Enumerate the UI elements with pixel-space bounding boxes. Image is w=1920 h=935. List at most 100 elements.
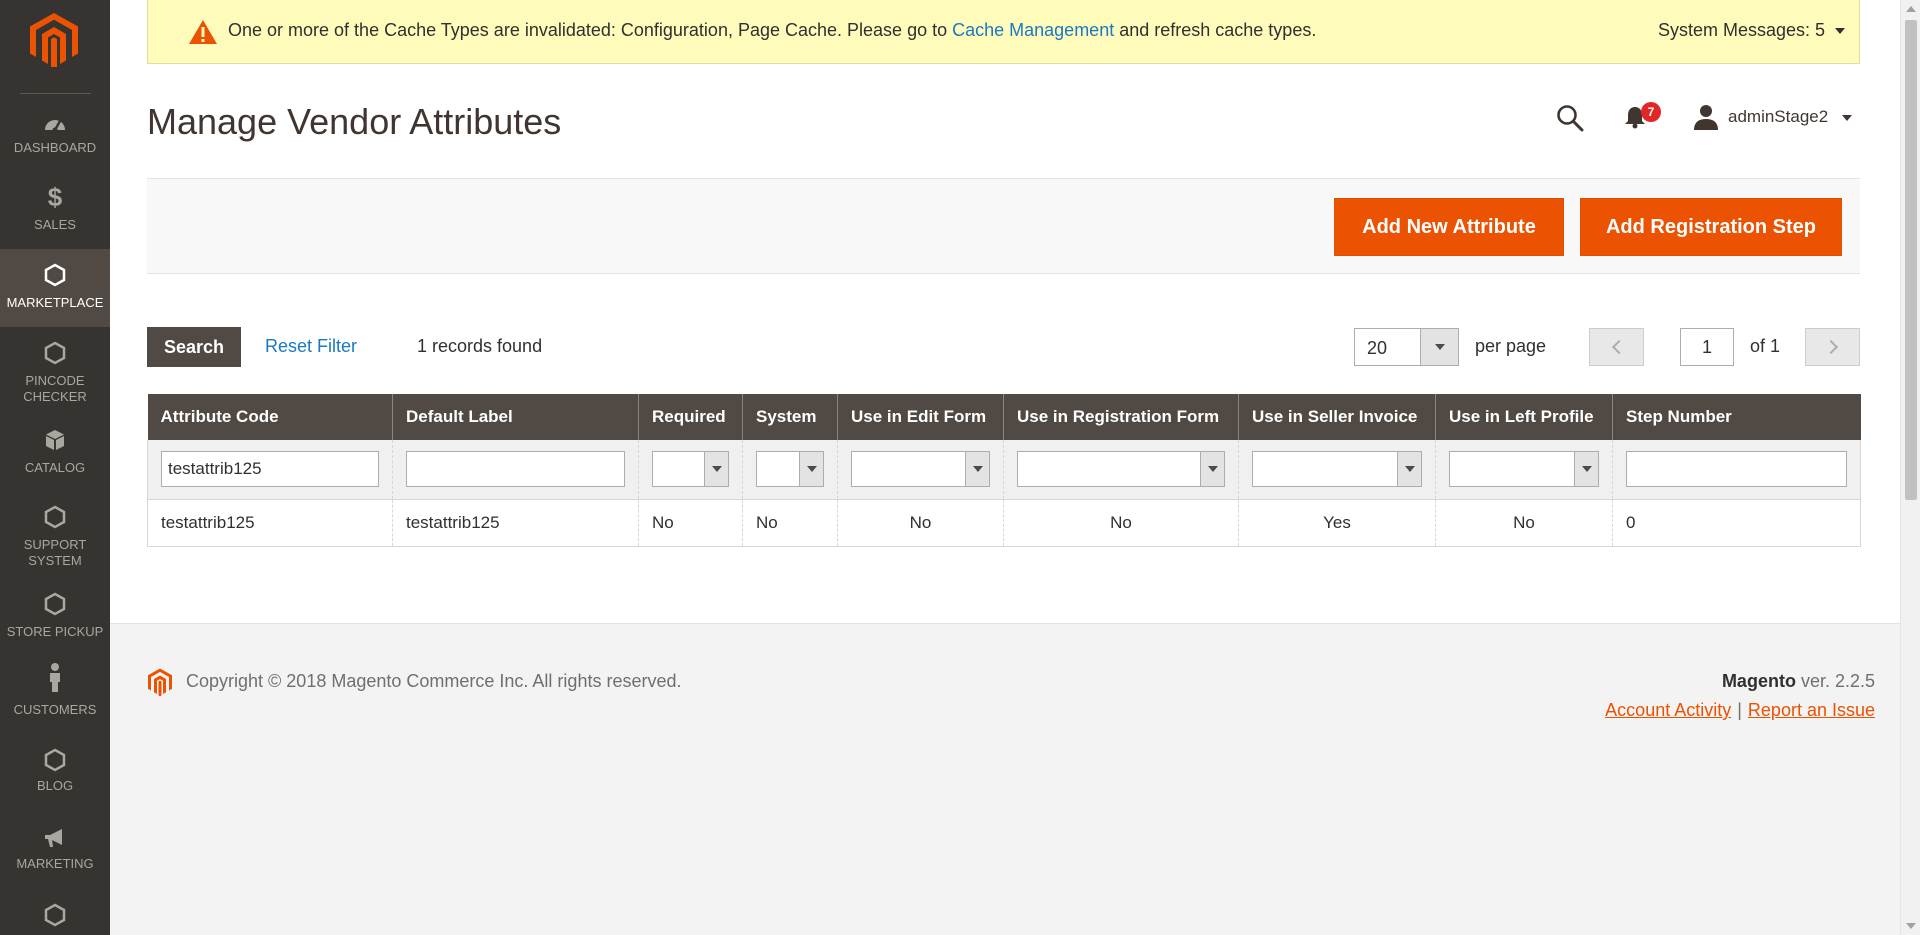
total-pages-label: of 1: [1750, 336, 1781, 356]
hexagon-icon: [44, 903, 66, 927]
page-footer: Copyright © 2018 Magento Commerce Inc. A…: [110, 623, 1900, 935]
search-button[interactable]: Search: [147, 327, 241, 367]
chevron-down-icon: [1200, 452, 1224, 487]
hexagon-icon: [44, 505, 66, 529]
next-page-button[interactable]: [1805, 328, 1860, 366]
reset-filter-link[interactable]: Reset Filter: [265, 336, 357, 357]
search-icon[interactable]: [1556, 104, 1584, 132]
chevron-right-icon: [1823, 339, 1839, 355]
sidebar-item-customers[interactable]: CUSTOMERS: [0, 662, 110, 740]
column-header-attribute-code[interactable]: Attribute Code: [147, 394, 393, 440]
column-header-use-in-registration-form[interactable]: Use in Registration Form: [1003, 394, 1239, 440]
scroll-down-arrow-icon[interactable]: [1906, 923, 1916, 929]
column-header-required[interactable]: Required: [638, 394, 743, 440]
scroll-up-arrow-icon[interactable]: [1906, 6, 1916, 12]
chevron-down-icon: [1420, 329, 1458, 365]
use-in-left-profile-filter-select[interactable]: [1449, 451, 1599, 488]
chevron-left-icon: [1611, 339, 1627, 355]
sidebar-item-blog[interactable]: BLOG: [0, 748, 110, 826]
scrollbar-thumb[interactable]: [1905, 20, 1917, 500]
hexagon-icon: [44, 341, 66, 365]
column-header-use-in-seller-invoice[interactable]: Use in Seller Invoice: [1238, 394, 1436, 440]
records-found-count: 1 records found: [417, 336, 543, 356]
sidebar-item-dashboard[interactable]: DASHBOARD: [0, 112, 110, 190]
sidebar-item-label: BLOG: [36, 778, 74, 793]
megaphone-icon: [45, 829, 62, 847]
previous-page-button[interactable]: [1589, 328, 1644, 366]
required-filter-select[interactable]: [652, 451, 729, 488]
sidebar-item-marketplace[interactable]: MARKETPLACE: [0, 249, 110, 327]
table-row[interactable]: testattrib125 testattrib125 No No No No …: [147, 499, 1861, 547]
chevron-down-icon: [965, 452, 989, 487]
column-header-default-label[interactable]: Default Label: [392, 394, 639, 440]
column-header-use-in-left-profile[interactable]: Use in Left Profile: [1435, 394, 1613, 440]
cell-required: No: [638, 499, 743, 547]
chevron-down-icon: [799, 452, 823, 487]
system-filter-select[interactable]: [756, 451, 824, 488]
chevron-down-icon: [1574, 452, 1598, 487]
copyright-text: Copyright © 2018 Magento Commerce Inc. A…: [186, 671, 682, 691]
cell-use-in-seller-invoice: Yes: [1238, 499, 1436, 547]
logo-divider: [20, 93, 91, 94]
hexagon-icon: [44, 748, 66, 772]
step-number-filter-input[interactable]: [1626, 451, 1847, 488]
chevron-down-icon: [1835, 28, 1845, 35]
grid-header-row: Attribute Code Default Label Required Sy…: [147, 394, 1861, 440]
sidebar-item-store-pickup[interactable]: STORE PICKUP: [0, 592, 110, 670]
cell-use-in-left-profile: No: [1435, 499, 1613, 547]
cell-default-label: testattrib125: [392, 499, 639, 547]
sidebar-item-label: CUSTOMERS: [13, 702, 97, 717]
system-message-bar: One or more of the Cache Types are inval…: [147, 0, 1860, 64]
notifications-button[interactable]: 7: [1624, 102, 1664, 135]
user-icon: [1694, 105, 1718, 130]
use-in-edit-form-filter-select[interactable]: [851, 451, 990, 488]
cell-use-in-registration-form: No: [1003, 499, 1239, 547]
default-label-filter-input[interactable]: [406, 451, 625, 488]
column-header-step-number[interactable]: Step Number: [1612, 394, 1861, 440]
page-scrollbar[interactable]: [1900, 0, 1920, 935]
sidebar-item-support-system[interactable]: SUPPORT SYSTEM: [0, 505, 110, 583]
sidebar-item-label: DASHBOARD: [13, 140, 97, 155]
add-new-attribute-button[interactable]: Add New Attribute: [1334, 198, 1564, 256]
sidebar-item-label: STORE PICKUP: [6, 624, 104, 639]
system-messages-toggle[interactable]: System Messages: 5: [1658, 20, 1845, 41]
speedometer-icon: [45, 120, 65, 133]
page-title: Manage Vendor Attributes: [147, 101, 562, 142]
column-header-use-in-edit-form[interactable]: Use in Edit Form: [837, 394, 1004, 440]
cell-attribute-code: testattrib125: [147, 499, 393, 547]
current-page-input[interactable]: 1: [1680, 328, 1734, 366]
attribute-code-filter-input[interactable]: testattrib125: [161, 451, 379, 488]
vendor-attributes-grid: Attribute Code Default Label Required Sy…: [147, 394, 1861, 547]
link-separator: |: [1737, 700, 1742, 720]
admin-username: adminStage2: [1728, 107, 1829, 126]
footer-links: Account Activity | Report an Issue: [1605, 700, 1875, 721]
cache-management-link[interactable]: Cache Management: [952, 20, 1114, 40]
per-page-label: per page: [1475, 336, 1547, 356]
report-issue-link[interactable]: Report an Issue: [1748, 700, 1875, 720]
per-page-select[interactable]: 20: [1354, 328, 1459, 366]
magento-logo-icon[interactable]: [30, 13, 78, 67]
use-in-registration-form-filter-select[interactable]: [1017, 451, 1225, 488]
account-activity-link[interactable]: Account Activity: [1605, 700, 1731, 720]
hexagon-icon: [44, 263, 66, 287]
sidebar-item-pincode-checker[interactable]: PINCODE CHECKER: [0, 341, 110, 419]
sidebar-item-more[interactable]: [0, 903, 110, 935]
sidebar-item-label: MARKETING: [16, 856, 94, 871]
sidebar-item-label: CATALOG: [24, 460, 86, 475]
person-icon: [50, 663, 60, 692]
cell-system: No: [742, 499, 838, 547]
sidebar-item-label: PINCODE CHECKER: [23, 373, 87, 404]
chevron-down-icon: [704, 452, 728, 487]
sidebar-item-catalog[interactable]: CATALOG: [0, 428, 110, 506]
chevron-down-icon: [1842, 115, 1852, 121]
box-icon: [46, 430, 64, 450]
sidebar-item-marketing[interactable]: MARKETING: [0, 826, 110, 904]
dollar-icon: $: [47, 182, 63, 212]
use-in-seller-invoice-filter-select[interactable]: [1252, 451, 1422, 488]
add-registration-step-button[interactable]: Add Registration Step: [1580, 198, 1842, 256]
sidebar-item-label: MARKETPLACE: [6, 295, 104, 310]
magento-logo-icon: [148, 668, 172, 696]
column-header-system[interactable]: System: [742, 394, 838, 440]
brand-name: Magento: [1721, 671, 1796, 691]
sidebar-item-label: SALES: [34, 217, 76, 232]
